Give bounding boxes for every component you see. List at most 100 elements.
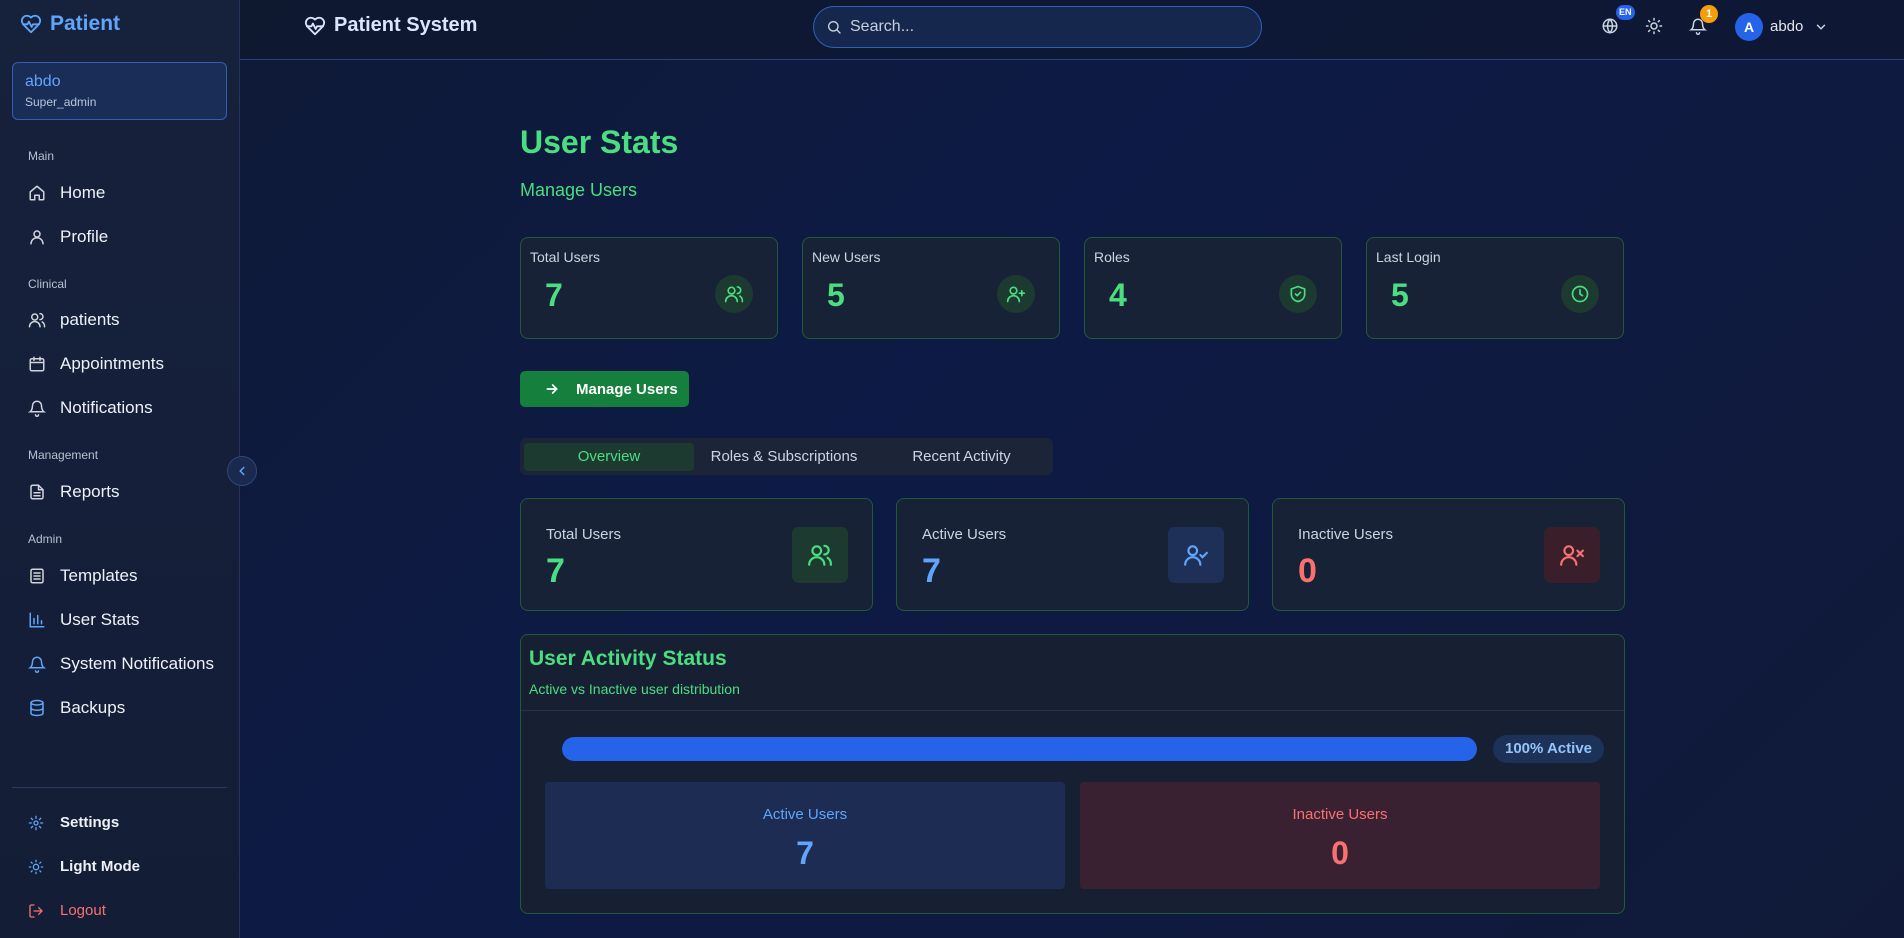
stat-value: 5 bbox=[1391, 277, 1409, 313]
stat-label: Roles bbox=[1094, 249, 1130, 265]
bell-icon bbox=[28, 655, 46, 673]
overview-card-total-users: Total Users 7 bbox=[520, 498, 873, 611]
stat-value: 4 bbox=[1109, 277, 1127, 313]
activity-progress-fill bbox=[562, 737, 1477, 761]
active-users-summary-value: 7 bbox=[796, 835, 814, 871]
search-bar bbox=[813, 6, 1262, 48]
light-mode-button[interactable]: Light Mode bbox=[28, 858, 140, 875]
tab-roles-subscriptions[interactable]: Roles & Subscriptions bbox=[696, 443, 872, 471]
search-input[interactable] bbox=[850, 18, 1230, 36]
bar-chart-icon bbox=[28, 611, 46, 629]
clock-icon bbox=[1561, 275, 1599, 313]
stat-value: 5 bbox=[827, 277, 845, 313]
sidebar-item-label: User Stats bbox=[60, 610, 140, 629]
settings-label: Settings bbox=[60, 814, 120, 831]
gear-icon bbox=[28, 815, 44, 831]
sidebar-item-label: Backups bbox=[60, 698, 126, 717]
list-icon bbox=[28, 567, 46, 585]
chevron-down-icon[interactable] bbox=[1814, 20, 1828, 34]
user-activity-panel: User Activity Status Active vs Inactive … bbox=[520, 634, 1625, 914]
manage-users-button[interactable]: Manage Users bbox=[520, 371, 689, 407]
sidebar-item-patients[interactable]: patients bbox=[28, 307, 120, 333]
page-title: User Stats bbox=[520, 124, 679, 160]
users-icon bbox=[792, 527, 848, 583]
inactive-users-summary-value: 0 bbox=[1331, 835, 1349, 871]
database-icon bbox=[28, 699, 46, 717]
user-card[interactable]: abdo Super_admin bbox=[12, 62, 227, 120]
sidebar-collapse-button[interactable] bbox=[227, 456, 257, 486]
active-users-summary-label: Active Users bbox=[762, 806, 848, 823]
heart-pulse-icon bbox=[304, 15, 326, 37]
header-user-name[interactable]: abdo bbox=[1770, 18, 1803, 35]
sidebar-item-label: patients bbox=[60, 310, 120, 329]
sidebar: Patient abdo Super_admin Main Home Profi… bbox=[0, 0, 240, 938]
activity-progress-bar bbox=[562, 737, 1477, 761]
chevron-left-icon bbox=[235, 464, 249, 478]
sidebar-item-templates[interactable]: Templates bbox=[28, 563, 137, 589]
user-icon bbox=[28, 228, 46, 246]
file-text-icon bbox=[28, 483, 46, 501]
overview-card-label: Total Users bbox=[546, 526, 622, 543]
page-subtitle: Manage Users bbox=[520, 180, 638, 200]
user-check-icon bbox=[1168, 527, 1224, 583]
globe-icon[interactable] bbox=[1601, 17, 1619, 35]
user-plus-icon bbox=[997, 275, 1035, 313]
overview-card-value: 0 bbox=[1298, 552, 1317, 590]
sun-icon bbox=[28, 859, 44, 875]
sidebar-brand[interactable]: Patient bbox=[20, 12, 120, 36]
sidebar-item-system-notifications[interactable]: System Notifications bbox=[28, 651, 214, 677]
bell-icon bbox=[28, 399, 46, 417]
tab-overview[interactable]: Overview bbox=[524, 443, 694, 471]
sun-icon[interactable] bbox=[1645, 17, 1663, 35]
sidebar-item-label: Appointments bbox=[60, 354, 164, 373]
section-label-admin: Admin bbox=[28, 532, 63, 546]
overview-card-label: Active Users bbox=[922, 526, 1007, 543]
sidebar-item-label: System Notifications bbox=[60, 654, 214, 673]
logout-label: Logout bbox=[60, 902, 106, 919]
sidebar-item-appointments[interactable]: Appointments bbox=[28, 351, 164, 377]
top-header: Patient System EN 1 A abdo bbox=[240, 0, 1904, 60]
section-label-clinical: Clinical bbox=[28, 277, 67, 291]
avatar[interactable]: A bbox=[1735, 13, 1763, 41]
activity-header: User Activity Status Active vs Inactive … bbox=[521, 635, 1624, 711]
overview-card-value: 7 bbox=[922, 552, 941, 590]
user-card-role: Super_admin bbox=[25, 95, 97, 109]
active-users-summary: Active Users 7 bbox=[545, 782, 1065, 889]
stat-card-total-users: Total Users 7 bbox=[520, 237, 778, 339]
stat-value: 7 bbox=[545, 277, 563, 313]
sidebar-item-home[interactable]: Home bbox=[28, 180, 105, 206]
arrow-right-icon bbox=[544, 381, 560, 397]
users-icon bbox=[28, 311, 46, 329]
sidebar-item-label: Reports bbox=[60, 482, 120, 501]
sidebar-item-notifications[interactable]: Notifications bbox=[28, 395, 153, 421]
sidebar-item-label: Templates bbox=[60, 566, 138, 585]
user-card-name: abdo bbox=[25, 73, 61, 90]
sidebar-item-user-stats[interactable]: User Stats bbox=[28, 607, 139, 633]
tab-recent-activity[interactable]: Recent Activity bbox=[874, 443, 1049, 471]
activity-title: User Activity Status bbox=[529, 647, 727, 670]
calendar-icon bbox=[28, 355, 46, 373]
stat-label: New Users bbox=[812, 249, 881, 265]
settings-button[interactable]: Settings bbox=[28, 814, 119, 831]
overview-card-inactive-users: Inactive Users 0 bbox=[1272, 498, 1625, 611]
user-x-icon bbox=[1544, 527, 1600, 583]
header-title[interactable]: Patient System bbox=[304, 14, 477, 37]
sidebar-item-label: Home bbox=[60, 183, 106, 202]
overview-card-value: 7 bbox=[546, 552, 565, 590]
manage-users-label: Manage Users bbox=[576, 380, 678, 398]
sidebar-item-backups[interactable]: Backups bbox=[28, 695, 125, 721]
logout-button[interactable]: Logout bbox=[28, 902, 106, 919]
stat-label: Total Users bbox=[530, 249, 601, 265]
stat-card-new-users: New Users 5 bbox=[802, 237, 1060, 339]
sidebar-item-label: Notifications bbox=[60, 398, 153, 417]
sidebar-item-reports[interactable]: Reports bbox=[28, 479, 120, 505]
stat-label: Last Login bbox=[1376, 249, 1441, 265]
section-label-management: Management bbox=[28, 448, 99, 462]
brand-label: Patient bbox=[50, 12, 121, 35]
logout-icon bbox=[28, 903, 44, 919]
overview-card-active-users: Active Users 7 bbox=[896, 498, 1249, 611]
overview-card-label: Inactive Users bbox=[1298, 526, 1394, 543]
tab-bar: Overview Roles & Subscriptions Recent Ac… bbox=[520, 438, 1053, 475]
notification-count-badge: 1 bbox=[1700, 5, 1718, 23]
sidebar-item-profile[interactable]: Profile bbox=[28, 224, 108, 250]
